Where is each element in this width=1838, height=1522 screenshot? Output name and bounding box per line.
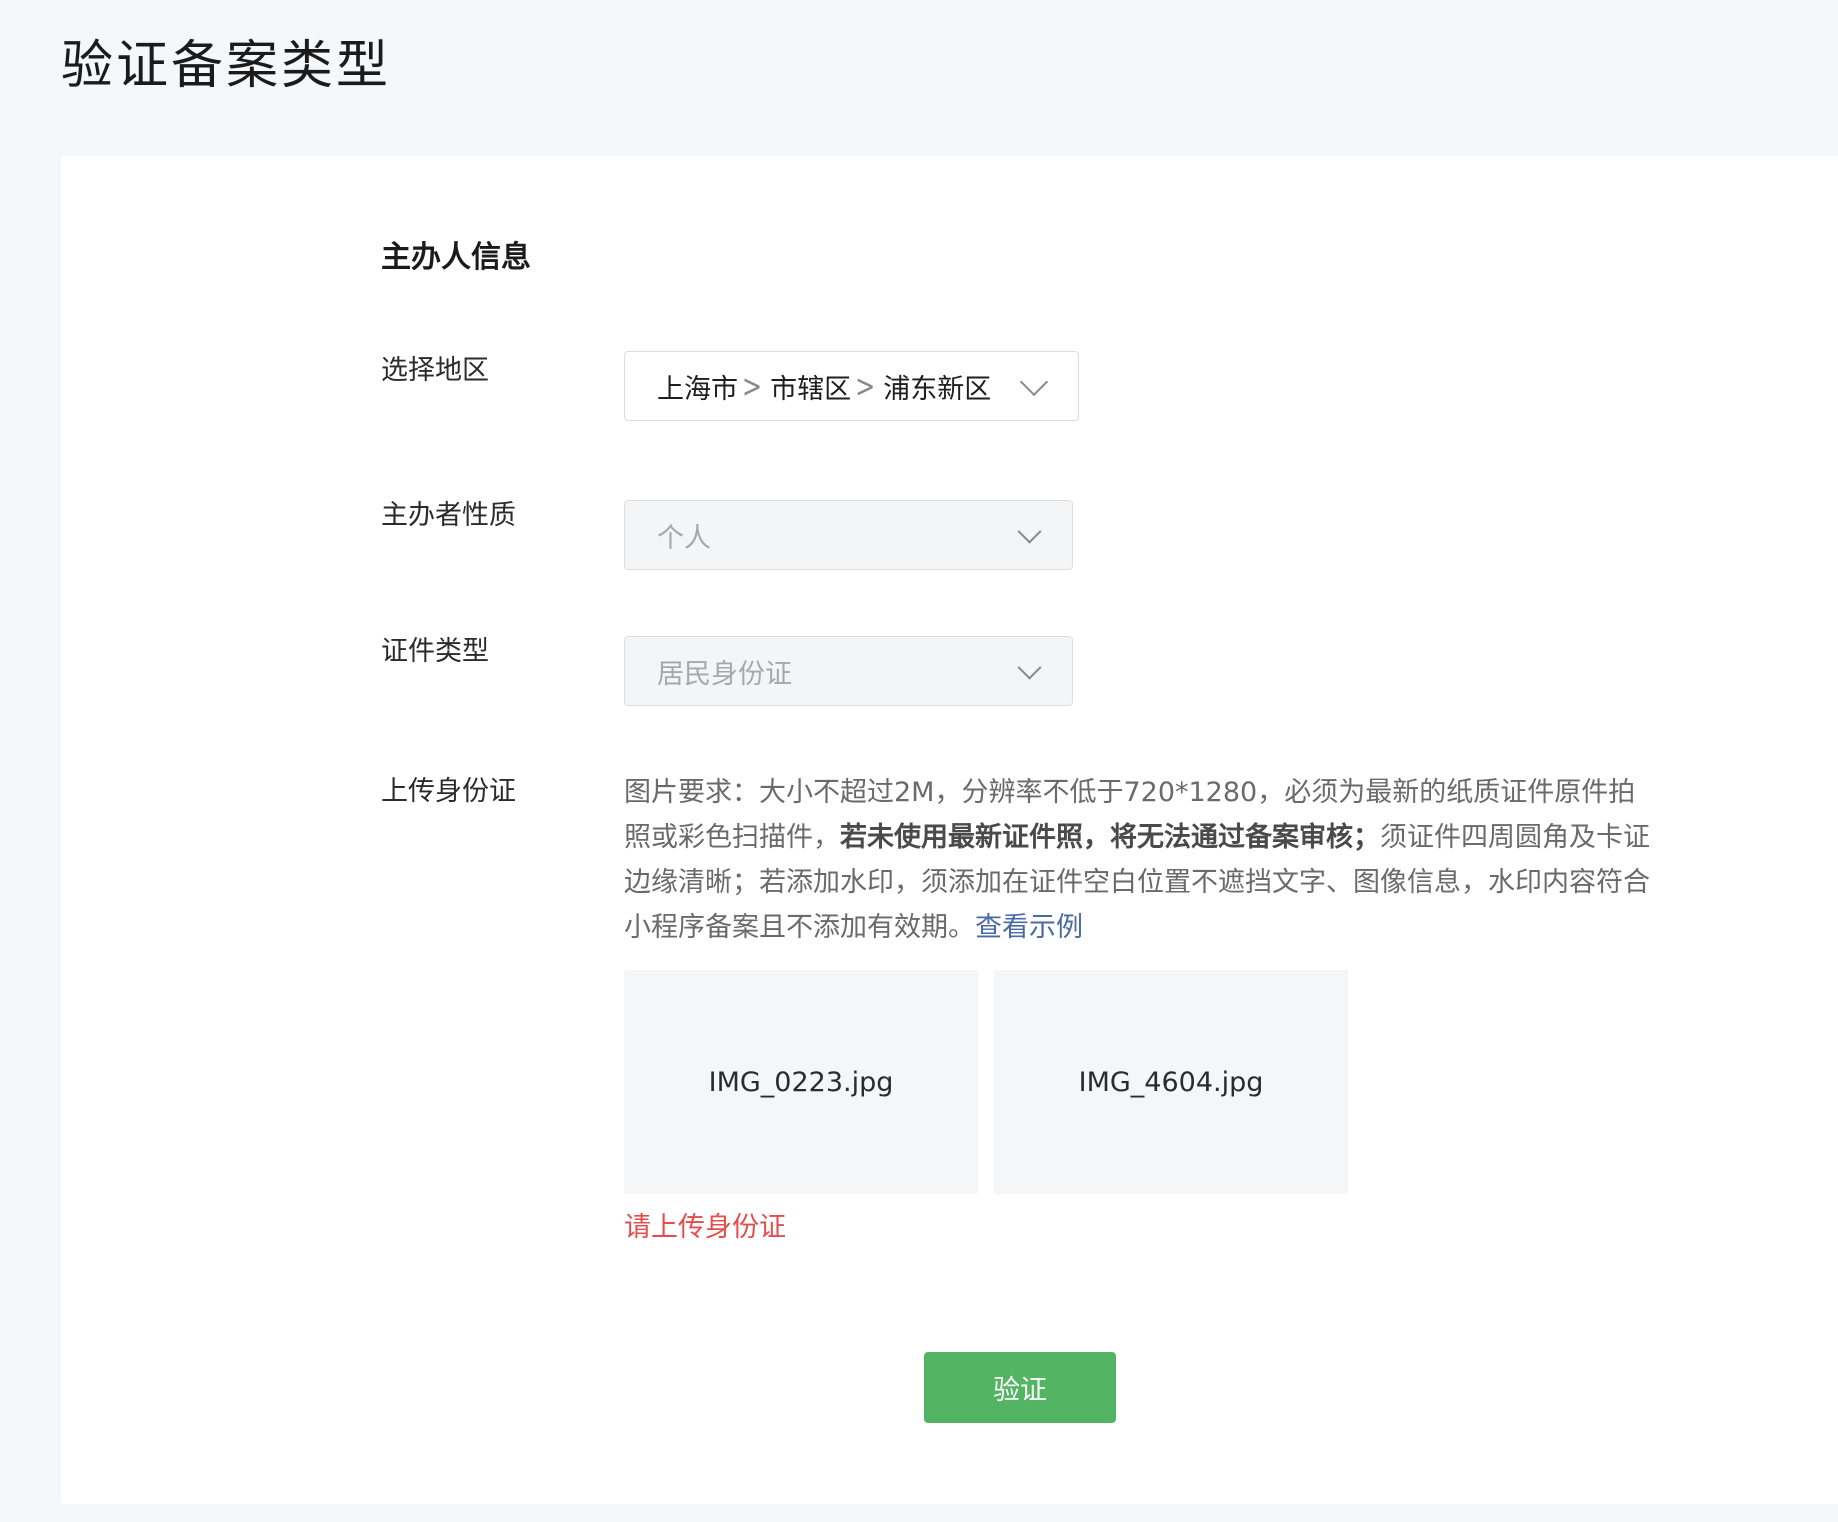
- requirements-warning: 若未使用最新证件照，将无法通过备案审核；: [840, 822, 1380, 853]
- file-name: IMG_4604.jpg: [1078, 1066, 1264, 1098]
- view-example-link[interactable]: 查看示例: [975, 912, 1083, 943]
- verify-button[interactable]: 验证: [924, 1352, 1116, 1423]
- upload-error-message: 请上传身份证: [624, 1212, 786, 1243]
- uploaded-file-thumbnail[interactable]: IMG_4604.jpg: [994, 970, 1348, 1194]
- upload-label: 上传身份证: [381, 776, 516, 807]
- organizer-type-select[interactable]: 个人: [624, 500, 1073, 570]
- chevron-right-icon: >: [855, 367, 876, 405]
- form-card: 主办人信息 选择地区 上海市 > 市辖区 > 浦东新区 主办者性质 个人 证件类…: [61, 156, 1838, 1504]
- organizer-type-label: 主办者性质: [381, 500, 516, 531]
- file-name: IMG_0223.jpg: [708, 1066, 894, 1098]
- region-label: 选择地区: [381, 355, 489, 386]
- section-title: 主办人信息: [381, 240, 531, 275]
- chevron-down-icon: [1019, 367, 1049, 397]
- region-select[interactable]: 上海市 > 市辖区 > 浦东新区: [624, 351, 1079, 421]
- region-province: 上海市: [657, 373, 738, 405]
- id-type-value: 居民身份证: [657, 658, 792, 690]
- region-city: 市辖区: [770, 373, 852, 405]
- upload-requirements: 图片要求：大小不超过2M，分辨率不低于720*1280，必须为最新的纸质证件原件…: [624, 770, 1654, 950]
- region-district: 浦东新区: [883, 373, 992, 405]
- chevron-right-icon: >: [742, 367, 763, 405]
- id-type-label: 证件类型: [381, 636, 489, 667]
- uploaded-file-thumbnail[interactable]: IMG_0223.jpg: [624, 970, 978, 1194]
- id-type-select[interactable]: 居民身份证: [624, 636, 1073, 706]
- chevron-down-icon: [1017, 655, 1042, 680]
- page-title: 验证备案类型: [61, 36, 392, 96]
- organizer-type-value: 个人: [657, 522, 711, 554]
- chevron-down-icon: [1017, 519, 1042, 544]
